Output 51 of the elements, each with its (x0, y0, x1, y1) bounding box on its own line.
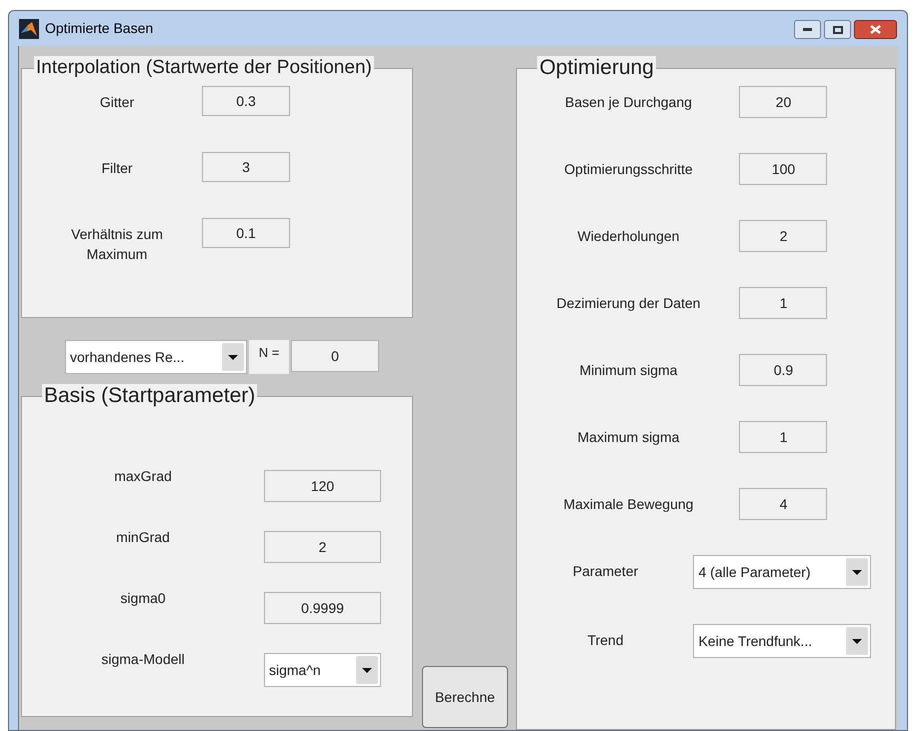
close-icon (870, 25, 881, 34)
panel-title: Basis (Startparameter) (42, 384, 258, 408)
input-field[interactable]: 0.9 (739, 354, 828, 386)
minimize-button[interactable] (794, 20, 821, 39)
caret-icon (846, 627, 868, 655)
field-label: Maximum sigma (578, 428, 680, 447)
field-label: Minimum sigma (579, 361, 678, 380)
input-field[interactable]: 100 (739, 153, 828, 185)
n-label: N = (258, 344, 280, 362)
input-field[interactable]: 0.1 (202, 218, 290, 248)
field-label: Filter (100, 159, 134, 178)
caret-icon (846, 558, 868, 586)
field-label: minGrad (116, 528, 170, 547)
field-label: Optimierungsschritte (564, 160, 693, 179)
field-label: Trend (587, 631, 624, 650)
input-field[interactable]: 2 (264, 531, 381, 563)
minimize-icon (803, 28, 812, 31)
field-label: Verhältnis zum Maximum (70, 225, 164, 264)
field-label: sigma0 (120, 589, 166, 608)
panel-title: Optimierung (537, 56, 656, 80)
field-label: Maximale Bewegung (563, 495, 694, 514)
field-label: Wiederholungen (577, 227, 680, 246)
field-label: Dezimierung der Daten (556, 294, 700, 313)
n-field[interactable]: 0 (291, 340, 379, 372)
window-title: Optimierte Basen (45, 19, 154, 38)
input-field[interactable]: 120 (264, 470, 381, 502)
panel-title: Interpolation (Startwerte der Positionen) (34, 56, 374, 80)
field-label: sigma-Modell (101, 650, 185, 669)
dropdown[interactable]: 4 (alle Parameter) (693, 555, 872, 589)
input-field[interactable]: 1 (739, 287, 828, 319)
caret-icon (222, 343, 244, 371)
close-button[interactable] (854, 20, 897, 39)
input-field[interactable]: 4 (739, 488, 828, 520)
input-field[interactable]: 20 (739, 86, 828, 118)
input-field[interactable]: 0.3 (202, 86, 290, 116)
caret-icon (356, 656, 378, 684)
field-label: maxGrad (114, 467, 172, 486)
maximize-button[interactable] (824, 20, 851, 39)
input-field[interactable]: 3 (202, 152, 290, 182)
maximize-icon (832, 26, 842, 34)
input-field[interactable]: 2 (739, 220, 828, 252)
dropdown[interactable]: Keine Trendfunk... (693, 624, 872, 658)
field-label: Basen je Durchgang (565, 93, 692, 112)
input-field[interactable]: 0.9999 (264, 592, 381, 624)
field-label: Gitter (98, 93, 136, 112)
app-icon (19, 18, 39, 38)
source-dropdown[interactable]: vorhandenes Re... (65, 340, 247, 374)
input-field[interactable]: 1 (739, 421, 828, 453)
dropdown[interactable]: sigma^n (264, 653, 381, 687)
field-label: Parameter (572, 562, 638, 581)
compute-button[interactable]: Berechne (422, 666, 508, 728)
